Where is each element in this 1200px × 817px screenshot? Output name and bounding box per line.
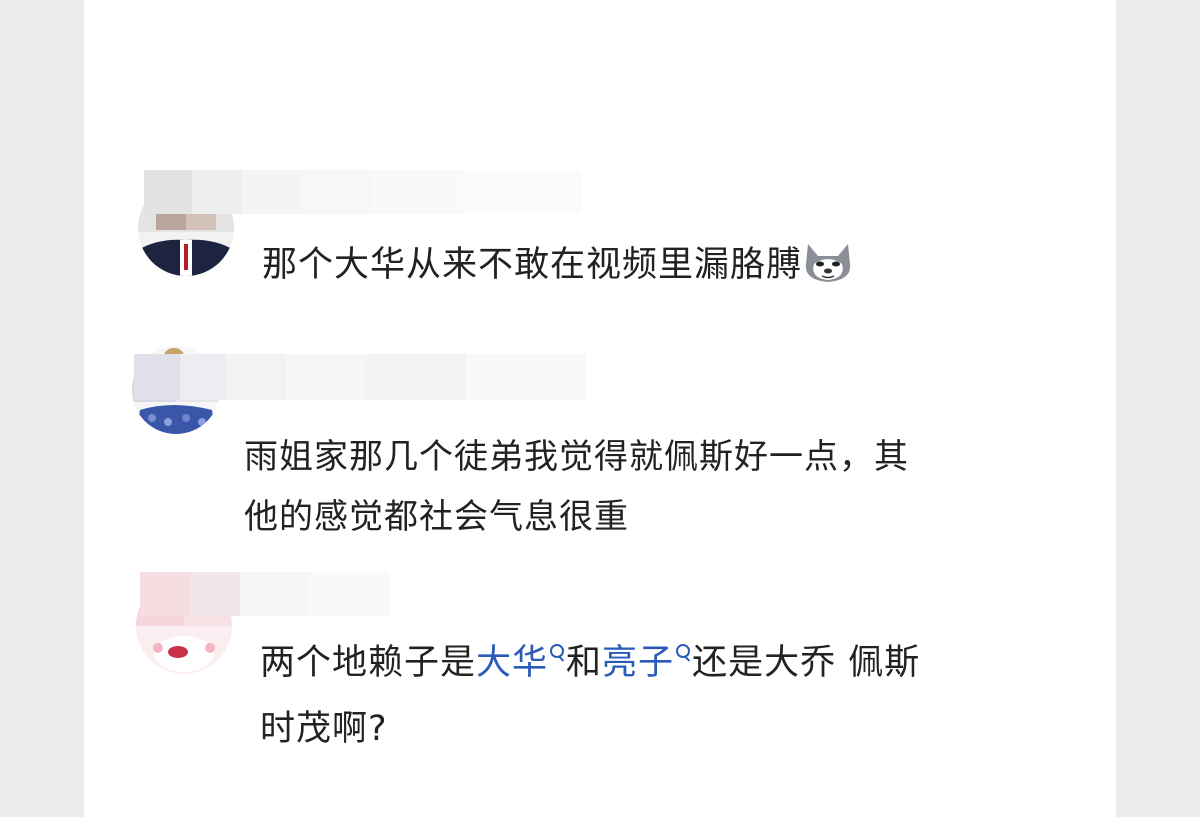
search-icon [548, 642, 566, 664]
username-blurred [134, 354, 586, 400]
comment-text-line-2: 时茂啊? [260, 709, 388, 749]
username-blurred [140, 572, 390, 616]
topic-link-liangzi[interactable]: 亮子 [602, 643, 692, 683]
comment-list: 那个大华从来不敢在视频里漏胳膊 雨姐家那几个徒弟我觉得就佩斯好一点，其 他的感觉… [84, 0, 1116, 817]
search-icon [674, 642, 692, 664]
comment-text-line-1: 雨姐家那几个徒弟我觉得就佩斯好一点，其 [244, 437, 909, 477]
comment-text-line-1: 两个地赖子是大华 和亮子 还是大乔 佩斯 [260, 643, 921, 683]
husky-emoji-icon [802, 240, 854, 284]
comment-text-line-2: 他的感觉都社会气息很重 [244, 497, 629, 537]
topic-link-dahua[interactable]: 大华 [476, 643, 566, 683]
comment-text: 那个大华从来不敢在视频里漏胳膊 [262, 234, 854, 296]
username-blurred [144, 170, 582, 214]
